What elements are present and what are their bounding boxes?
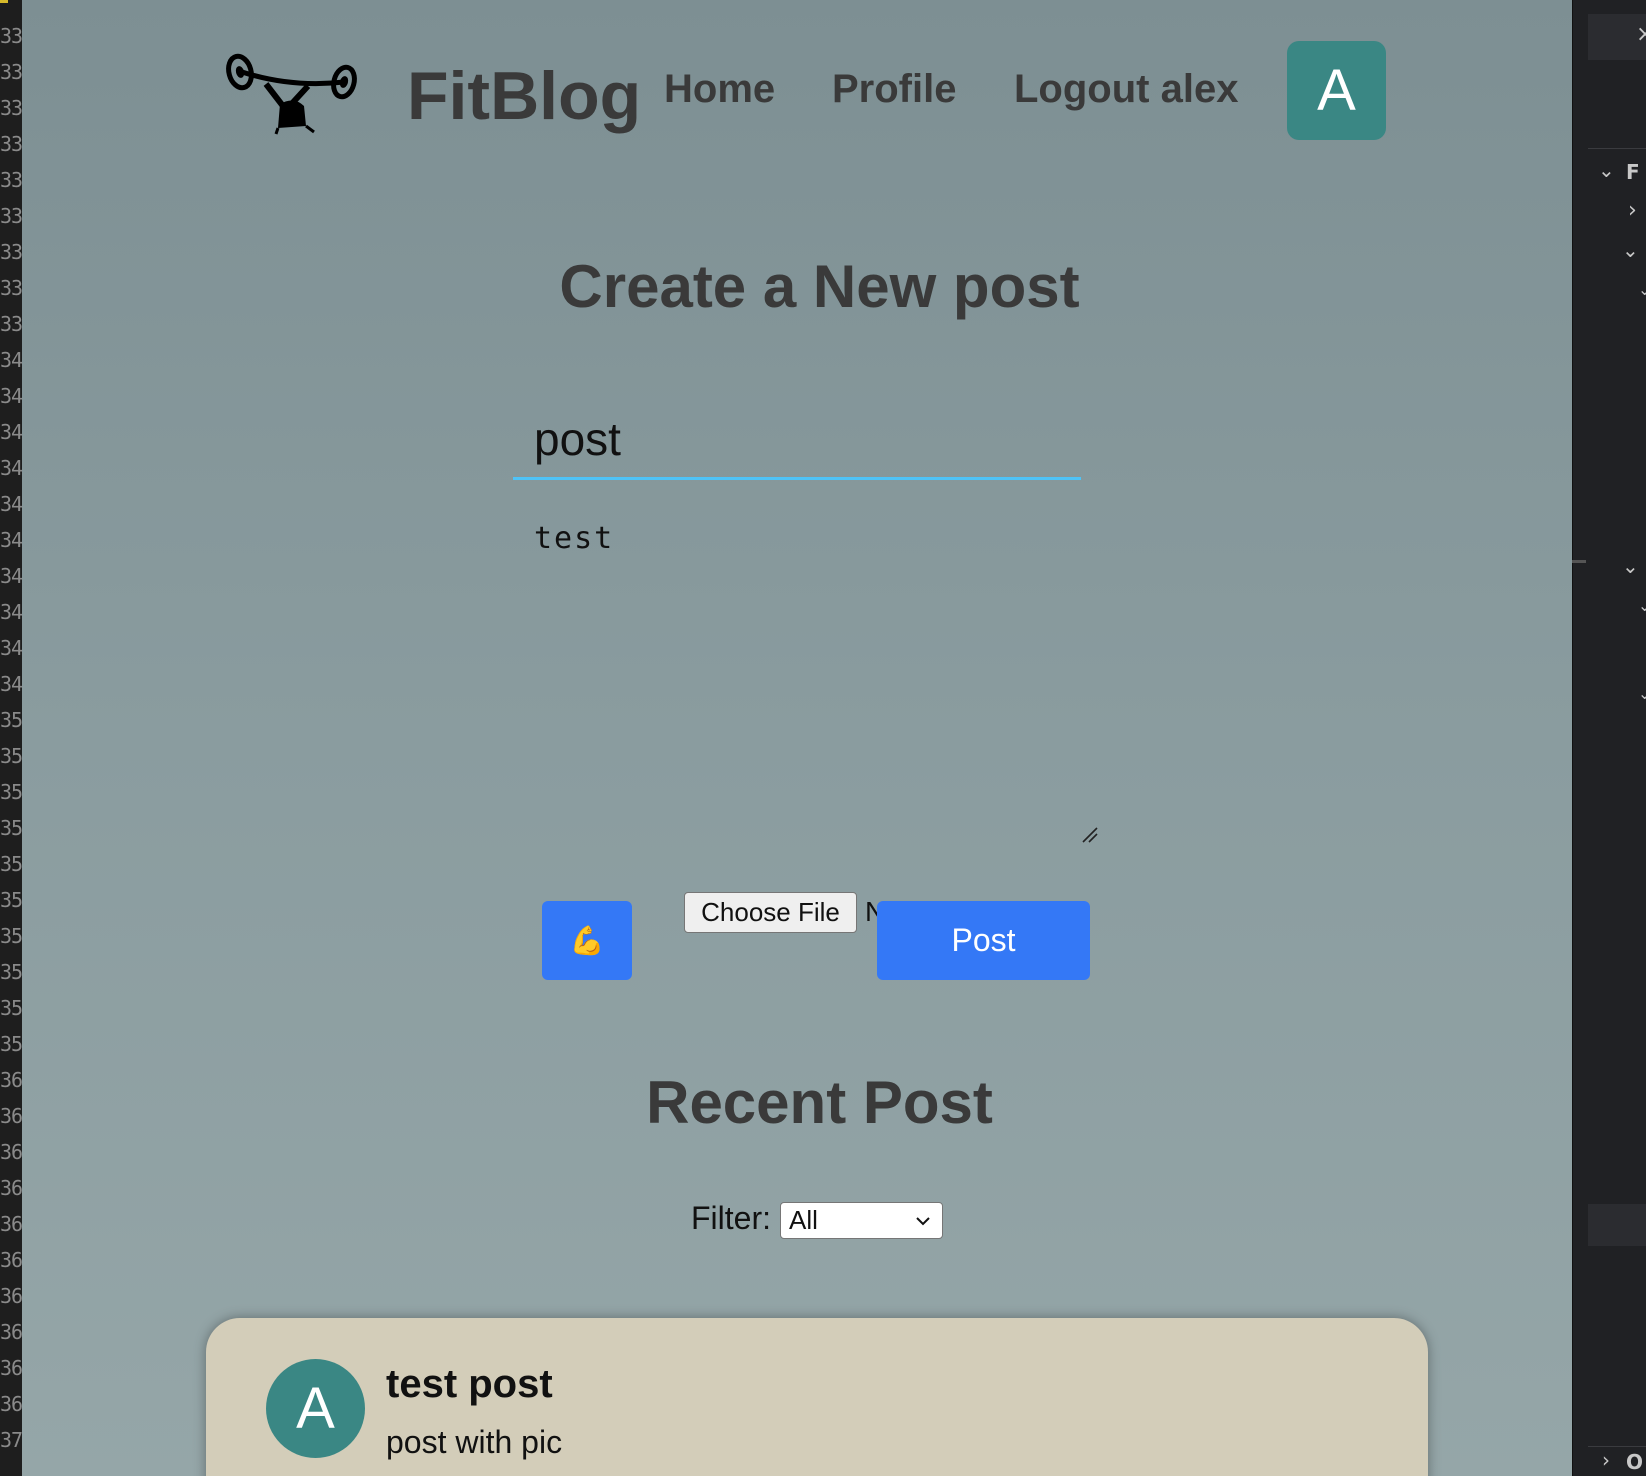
post-submit-button[interactable]: Post [877, 901, 1090, 980]
post-body-textarea[interactable]: test [513, 505, 1081, 845]
nav-link-logout[interactable]: Logout alex [1014, 64, 1238, 114]
chevron-down-icon [916, 1217, 930, 1226]
line-number: 36 [0, 1248, 22, 1272]
chevron-down-icon[interactable]: ⌄ [1638, 280, 1646, 299]
line-number: 36 [0, 1392, 22, 1416]
chevron-down-icon[interactable]: ⌄ [1638, 596, 1646, 615]
line-number: 33 [0, 276, 22, 300]
create-post-heading: Create a New post [559, 253, 1080, 320]
line-number: 36 [0, 1320, 22, 1344]
close-icon[interactable]: × [1636, 22, 1646, 47]
line-number: 34 [0, 564, 22, 588]
weightlifter-logo-icon[interactable] [222, 44, 362, 136]
post-body: post with pic [386, 1424, 563, 1460]
line-number: 34 [0, 600, 22, 624]
explorer-divider [1588, 148, 1646, 149]
user-avatar-button[interactable]: A [1287, 41, 1386, 140]
line-number: 34 [0, 456, 22, 480]
brand-title[interactable]: FitBlog [407, 56, 641, 136]
editor-explorer-panel: × ⌄ F › ⌄ ⌄ ⌄ ⌄ ⌄ › O [1572, 0, 1646, 1476]
line-number: 35 [0, 744, 22, 768]
line-number: 34 [0, 384, 22, 408]
line-number: 35 [0, 1032, 22, 1056]
nav-link-home[interactable]: Home [664, 64, 775, 114]
line-number: 33 [0, 132, 22, 156]
line-number: 36 [0, 1176, 22, 1200]
choose-file-button[interactable]: Choose File [684, 892, 857, 933]
line-number: 35 [0, 960, 22, 984]
line-number: 36 [0, 1212, 22, 1236]
post-title-input[interactable] [513, 400, 1081, 480]
filter-label: Filter: [691, 1200, 771, 1236]
textarea-resize-handle-icon[interactable] [1081, 826, 1099, 844]
explorer-selected-row[interactable] [1588, 1204, 1646, 1246]
panel-divider [1572, 0, 1573, 1476]
recent-posts-heading: Recent Post [646, 1069, 993, 1136]
line-number: 33 [0, 96, 22, 120]
line-number: 35 [0, 708, 22, 732]
chevron-down-icon[interactable]: ⌄ [1598, 158, 1615, 182]
nav-link-profile[interactable]: Profile [832, 64, 956, 114]
line-number: 33 [0, 60, 22, 84]
line-number: 36 [0, 1284, 22, 1308]
editor-line-gutter: 33 33 33 33 33 33 33 33 33 34 34 34 34 34 34 34 34 34 34 35… [0, 0, 22, 1476]
post-card[interactable]: A test post post with pic [206, 1318, 1428, 1476]
post-title: test post [386, 1362, 553, 1406]
line-number: 35 [0, 780, 22, 804]
line-number: 36 [0, 1140, 22, 1164]
line-number: 36 [0, 1104, 22, 1128]
chevron-down-icon[interactable]: ⌄ [1622, 554, 1639, 578]
line-number: 34 [0, 528, 22, 552]
line-number: 36 [0, 1356, 22, 1380]
line-number: 35 [0, 996, 22, 1020]
line-number: 34 [0, 420, 22, 444]
line-number: 33 [0, 312, 22, 336]
outline-label-icon: O [1626, 1450, 1644, 1474]
chevron-down-icon[interactable]: ⌄ [1622, 238, 1639, 262]
post-author-avatar[interactable]: A [266, 1359, 365, 1458]
folder-label-icon: F [1626, 160, 1640, 184]
line-number: 34 [0, 492, 22, 516]
gutter-marker [0, 0, 8, 3]
line-number: 35 [0, 888, 22, 912]
line-number: 33 [0, 240, 22, 264]
chevron-down-icon[interactable]: ⌄ [1638, 684, 1646, 703]
line-number: 36 [0, 1068, 22, 1092]
line-number: 34 [0, 348, 22, 372]
flex-emoji-button[interactable]: 💪 [542, 901, 632, 980]
app-viewport: FitBlog Home Profile Logout alex A Creat… [22, 0, 1572, 1476]
line-number: 37 [0, 1428, 22, 1452]
filter-select[interactable]: All [780, 1202, 943, 1239]
line-number: 34 [0, 672, 22, 696]
line-number: 33 [0, 204, 22, 228]
chevron-right-icon[interactable]: › [1628, 198, 1637, 223]
chevron-right-icon[interactable]: › [1602, 1448, 1610, 1472]
line-number: 35 [0, 816, 22, 840]
line-number: 34 [0, 636, 22, 660]
line-number: 33 [0, 168, 22, 192]
line-number: 33 [0, 24, 22, 48]
line-number: 35 [0, 852, 22, 876]
scroll-marker [1572, 560, 1586, 563]
filter-selected-value: All [789, 1205, 818, 1235]
explorer-divider [1588, 1446, 1646, 1447]
line-number: 35 [0, 924, 22, 948]
